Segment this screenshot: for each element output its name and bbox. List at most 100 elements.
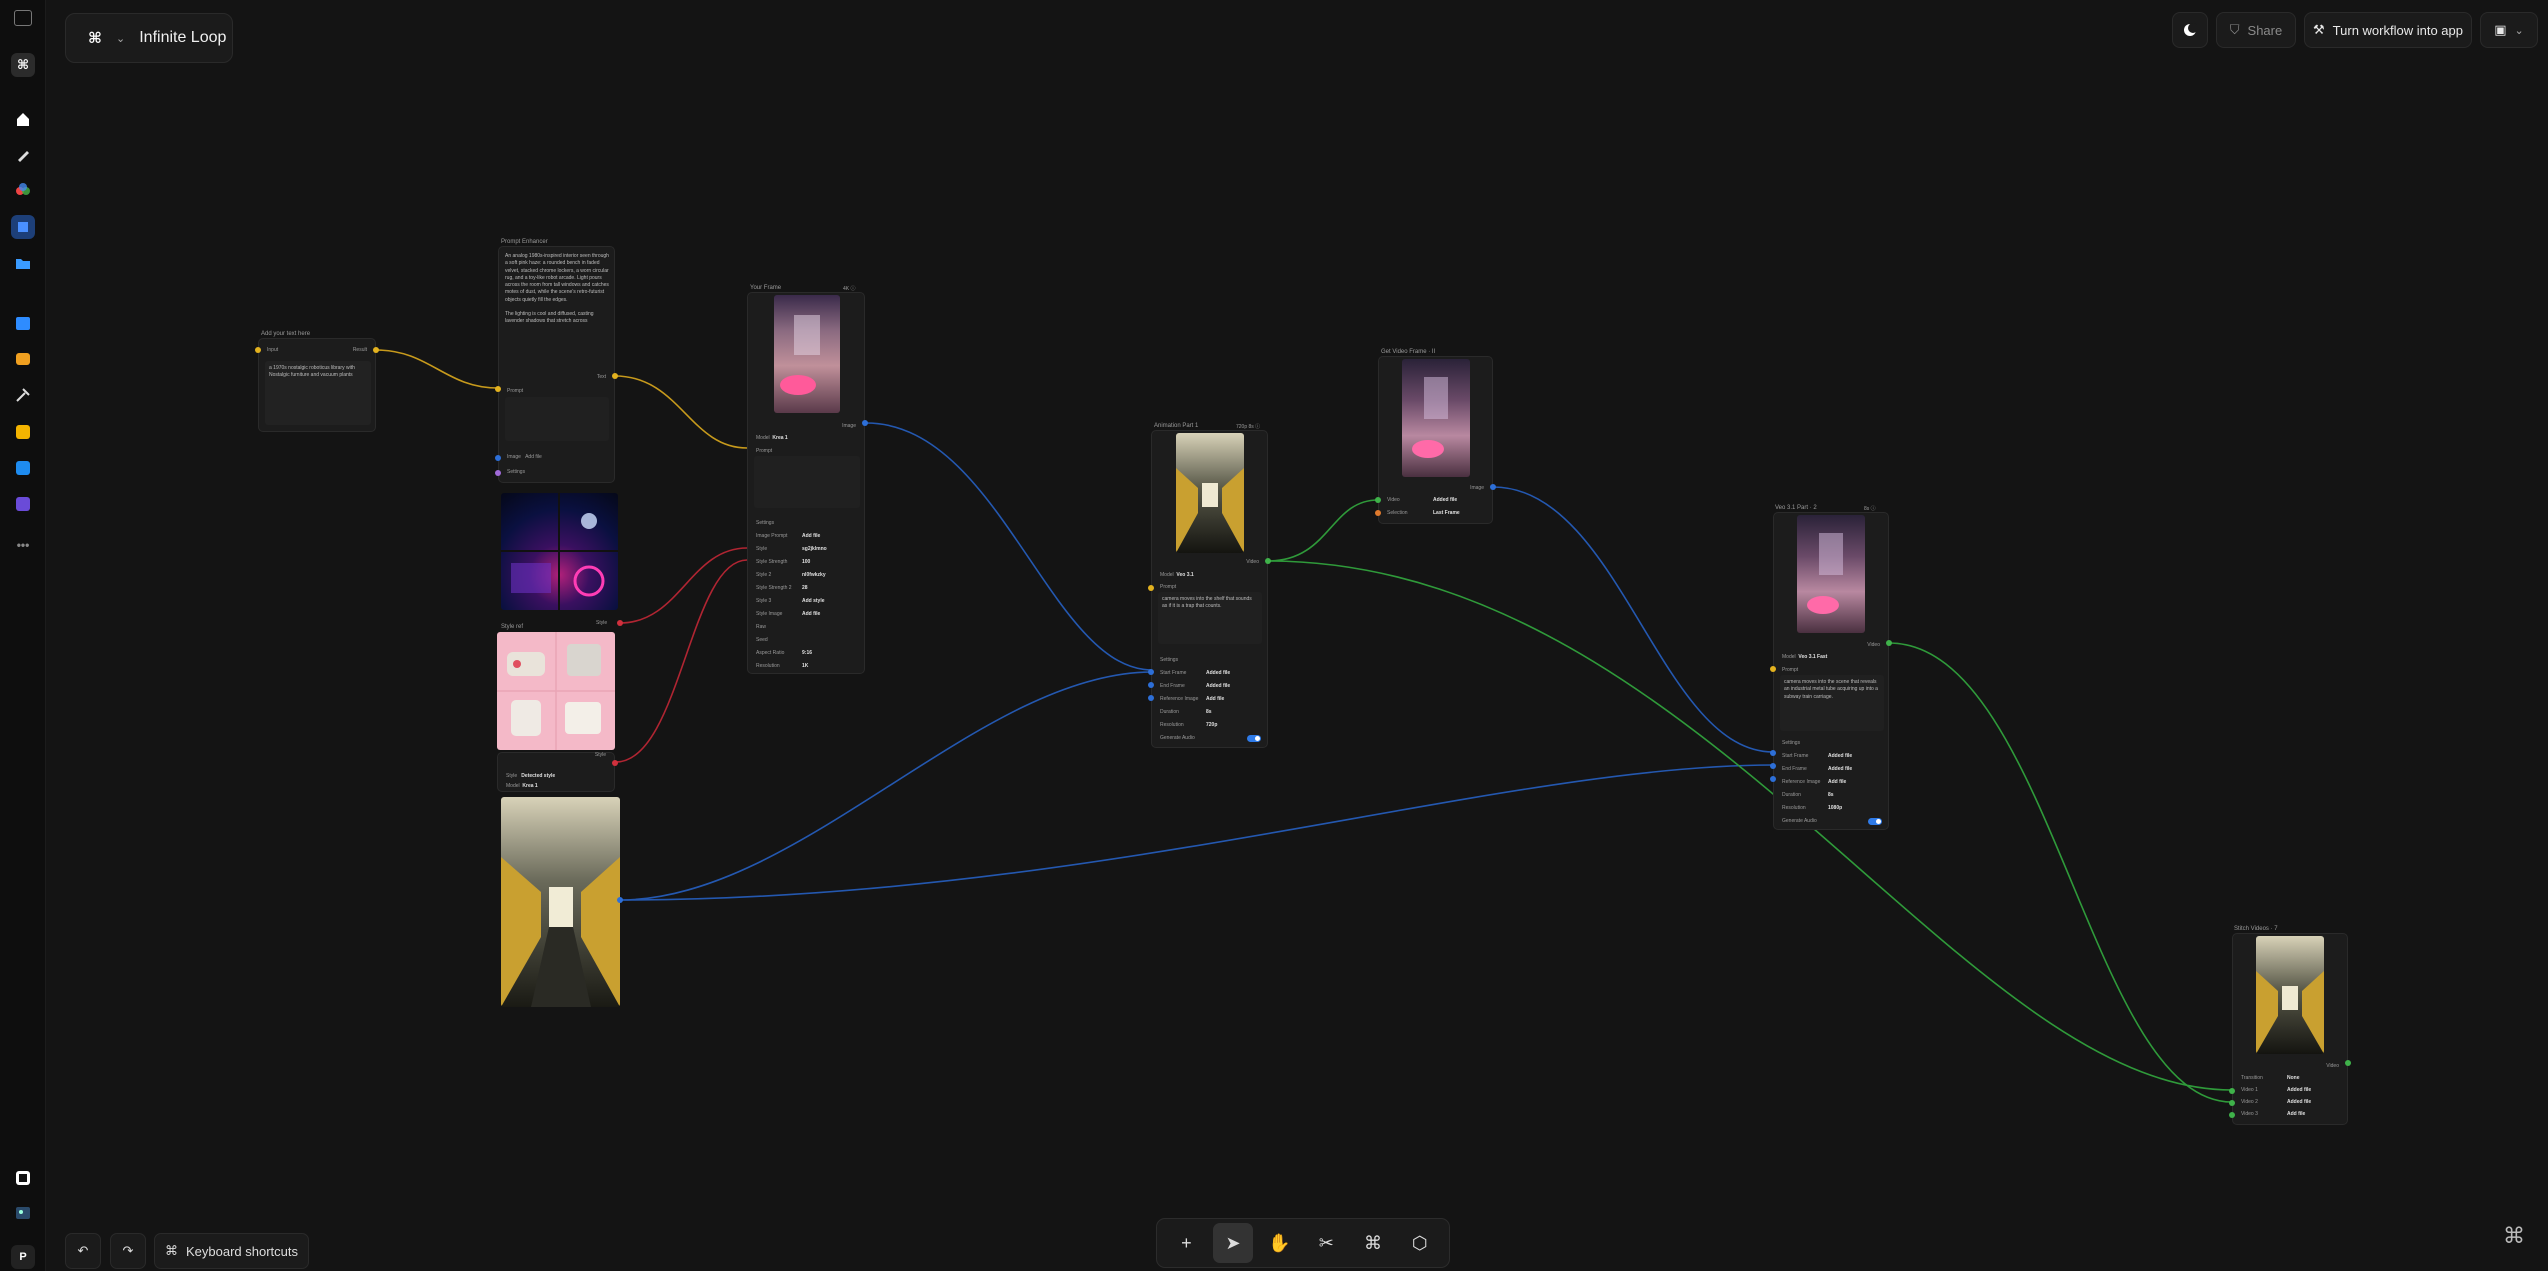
- get-frame-selection-port[interactable]: [1375, 510, 1381, 516]
- colorwheel-icon[interactable]: [11, 179, 35, 203]
- subway-image-output-port[interactable]: [617, 897, 623, 903]
- veo-part-2-output-port[interactable]: [1886, 640, 1892, 646]
- image-ref-1-preview[interactable]: [501, 493, 618, 610]
- home-icon[interactable]: [11, 107, 35, 131]
- prompt-textarea[interactable]: [754, 456, 860, 508]
- veo-part-2-start-frame-port[interactable]: [1770, 750, 1776, 756]
- text-prompt-output-port[interactable]: [373, 347, 379, 353]
- stitch-video-1-port[interactable]: [2229, 1088, 2235, 1094]
- setting-row[interactable]: Raw: [756, 624, 856, 630]
- setting-row[interactable]: Start Frame Added file: [1160, 670, 1260, 676]
- toggle-switch[interactable]: [1247, 735, 1261, 742]
- setting-row[interactable]: Image Prompt Add file: [756, 533, 856, 539]
- sidebar-toggle-icon[interactable]: [14, 10, 32, 26]
- screen-icon[interactable]: [11, 1166, 35, 1190]
- turn-into-app-button[interactable]: ⚒ Turn workflow into app: [2304, 12, 2472, 48]
- setting-row[interactable]: End Frame Added file: [1160, 683, 1260, 689]
- setting-row[interactable]: Video Added file: [1387, 497, 1487, 503]
- setting-row[interactable]: Style Image Add file: [756, 611, 856, 617]
- prompt-enhancer-output-port[interactable]: [612, 373, 618, 379]
- setting-row[interactable]: Generate Audio: [1160, 735, 1260, 741]
- prompt-enhancer-node[interactable]: An analog 1980s-inspired interior seen t…: [498, 246, 615, 483]
- veo-part-2-reference-port[interactable]: [1770, 776, 1776, 782]
- setting-row[interactable]: Video 2 Added file: [2241, 1099, 2341, 1105]
- text-prompt-node[interactable]: Input Result a 1970s nostalgic roboticus…: [258, 338, 376, 432]
- calendar-icon[interactable]: [11, 311, 35, 335]
- keyboard-shortcuts-button[interactable]: ⌘ Keyboard shortcuts: [154, 1233, 309, 1269]
- text-prompt-input-port[interactable]: [255, 347, 261, 353]
- animation-part-1-node[interactable]: Video Model Veo 3.1 Prompt camera moves …: [1151, 430, 1268, 748]
- setting-row[interactable]: Video 3 Add file: [2241, 1111, 2341, 1117]
- model-row[interactable]: Model Krea 1: [756, 435, 788, 441]
- chat-icon[interactable]: [11, 347, 35, 371]
- app-logo-icon[interactable]: ⌘: [11, 53, 35, 77]
- tools-icon[interactable]: [11, 383, 35, 407]
- your-frame-output-port[interactable]: [862, 420, 868, 426]
- image-icon[interactable]: [11, 1201, 35, 1225]
- workflow-title-card[interactable]: ⌘ ⌄ Infinite Loop: [65, 13, 233, 63]
- style-ref-preview[interactable]: [497, 632, 615, 750]
- scissors-tool-button[interactable]: ✂: [1306, 1223, 1346, 1263]
- setting-row[interactable]: Duration 8s: [1160, 709, 1260, 715]
- hand-tool-button[interactable]: ✋: [1260, 1223, 1300, 1263]
- prompt-enhancer-image-port[interactable]: [495, 455, 501, 461]
- theme-toggle-button[interactable]: [2172, 12, 2208, 48]
- toggle-switch[interactable]: [1868, 818, 1882, 825]
- prompt-enhancer-settings-port[interactable]: [495, 470, 501, 476]
- your-frame-node[interactable]: Image Model Krea 1 Prompt Settings Image…: [747, 292, 865, 674]
- setting-row[interactable]: Style 2 nl0fwkzky: [756, 572, 856, 578]
- undo-button[interactable]: ↶: [65, 1233, 101, 1269]
- animation-output-port[interactable]: [1265, 558, 1271, 564]
- prompt-textarea[interactable]: [505, 397, 609, 441]
- triangle-icon[interactable]: [11, 492, 35, 516]
- setting-row[interactable]: Resolution 720p: [1160, 722, 1260, 728]
- setting-row[interactable]: Style Strength 100: [756, 559, 856, 565]
- shapes-tool-button[interactable]: ⬡: [1400, 1223, 1440, 1263]
- setting-row[interactable]: Transition None: [2241, 1075, 2341, 1081]
- prompt-textarea[interactable]: a 1970s nostalgic roboticus library with…: [265, 361, 371, 425]
- folder-icon[interactable]: [11, 251, 35, 275]
- stitch-videos-node[interactable]: Video Transition None Video 1 Added file Vid…: [2232, 933, 2348, 1125]
- stitch-output-port[interactable]: [2345, 1060, 2351, 1066]
- setting-row[interactable]: Style 3 Add style: [756, 598, 856, 604]
- setting-row[interactable]: Reference Image Add file: [1782, 779, 1882, 785]
- image-ref-1-output-port[interactable]: [617, 620, 623, 626]
- animation-reference-port[interactable]: [1148, 695, 1154, 701]
- animation-start-frame-port[interactable]: [1148, 669, 1154, 675]
- redo-button[interactable]: ↷: [110, 1233, 146, 1269]
- model-row[interactable]: Model Veo 3.1: [1160, 572, 1194, 578]
- share-button[interactable]: ⛉ Share: [2216, 12, 2296, 48]
- get-frame-output-port[interactable]: [1490, 484, 1496, 490]
- style-ref-node[interactable]: Style Style Detected style Model Krea 1: [497, 752, 615, 792]
- prompt-enhancer-prompt-port[interactable]: [495, 386, 501, 392]
- lightning-icon[interactable]: [11, 420, 35, 444]
- more-icon[interactable]: •••: [11, 533, 35, 557]
- setting-row[interactable]: Aspect Ratio 9:16: [756, 650, 856, 656]
- setting-row[interactable]: Resolution 1080p: [1782, 805, 1882, 811]
- animation-prompt-port[interactable]: [1148, 585, 1154, 591]
- stitch-video-2-port[interactable]: [2229, 1100, 2235, 1106]
- pen-icon[interactable]: [11, 143, 35, 167]
- pencil-icon[interactable]: [11, 456, 35, 480]
- app-logo-icon[interactable]: ⌘: [2498, 1220, 2530, 1252]
- get-frame-video-port[interactable]: [1375, 497, 1381, 503]
- get-video-frame-node[interactable]: Image Video Added file Selection Last Frame: [1378, 356, 1493, 524]
- animation-end-frame-port[interactable]: [1148, 682, 1154, 688]
- style-ref-output-port[interactable]: [612, 760, 618, 766]
- cube-icon[interactable]: [11, 215, 35, 239]
- setting-row[interactable]: Selection Last Frame: [1387, 510, 1487, 516]
- veo-part-2-node[interactable]: Video Model Veo 3.1 Fast Prompt camera m…: [1773, 512, 1889, 830]
- prompt-textarea[interactable]: camera moves into the shelf that sounds …: [1158, 592, 1262, 644]
- setting-row[interactable]: Duration 8s: [1782, 792, 1882, 798]
- setting-row[interactable]: Seed: [756, 637, 856, 643]
- gallery-menu-button[interactable]: ▣ ⌄: [2480, 12, 2538, 48]
- setting-row[interactable]: Style sg2jklmno: [756, 546, 856, 552]
- setting-row[interactable]: Generate Audio: [1782, 818, 1882, 824]
- add-tool-button[interactable]: +: [1166, 1223, 1206, 1263]
- setting-row[interactable]: Style Strength 2 28: [756, 585, 856, 591]
- logo-tool-button[interactable]: ⌘: [1353, 1223, 1393, 1263]
- setting-row[interactable]: End Frame Added file: [1782, 766, 1882, 772]
- profile-icon[interactable]: P: [11, 1245, 35, 1269]
- prompt-textarea[interactable]: camera moves into the scene that reveals…: [1780, 675, 1884, 731]
- select-tool-button[interactable]: ➤: [1212, 1223, 1253, 1263]
